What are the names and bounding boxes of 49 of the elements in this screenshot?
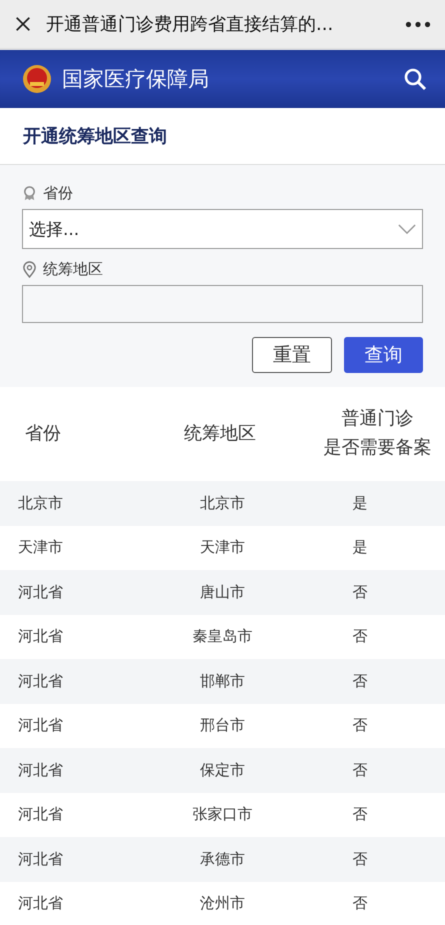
table-cell-text: 否	[352, 582, 368, 602]
table-cell-text: 否	[352, 672, 368, 691]
table-cell-text: 河北省	[17, 760, 64, 780]
table-cell-text: 沧州市	[199, 894, 246, 914]
table-cell-text: 否	[352, 627, 368, 646]
location-pin-icon	[22, 260, 37, 278]
page-title: 开通普通门诊费用跨省直接结算的...	[46, 13, 334, 36]
table-cell-text: 是	[352, 538, 368, 558]
table-cell-text: 邢台市	[199, 716, 246, 736]
emblem-icon	[22, 64, 52, 94]
table-cell-text: 保定市	[199, 760, 246, 780]
table-cell-text: 张家口市	[192, 805, 254, 824]
table-cell-text: 否	[352, 850, 368, 869]
close-icon[interactable]	[14, 15, 32, 33]
table-cell-text: 北京市	[17, 494, 64, 513]
table-cell-text: 承德市	[199, 850, 246, 869]
column-header: 普通门诊是否需要备案	[324, 407, 432, 460]
table-cell-text: 否	[352, 760, 368, 780]
reset-button[interactable]: 重置	[252, 337, 332, 373]
table-cell-text: 否	[352, 805, 368, 824]
table-cell-text: 天津市	[199, 538, 246, 558]
table-cell-text: 河北省	[17, 672, 64, 691]
table-cell-text: 北京市	[199, 494, 246, 513]
province-select[interactable]: 选择...	[22, 209, 423, 249]
chevron-icon	[398, 224, 416, 234]
more-icon[interactable]	[405, 20, 431, 28]
table-cell-text: 河北省	[17, 850, 64, 869]
table-cell-text: 邯郸市	[199, 672, 246, 691]
table-cell-text: 河北省	[17, 627, 64, 646]
query-button[interactable]: 查询	[344, 337, 423, 373]
table-cell-text: 唐山市	[199, 582, 246, 602]
site-title: 国家医疗保障局	[62, 66, 210, 93]
section-title: 开通统筹地区查询	[23, 125, 167, 148]
table-cell-text: 秦皇岛市	[192, 627, 254, 646]
search-icon[interactable]	[403, 67, 427, 91]
table-cell-text: 否	[352, 716, 368, 736]
table-cell-text: 河北省	[17, 716, 64, 736]
table-cell-text: 河北省	[17, 894, 64, 914]
table-cell-text: 河北省	[17, 582, 64, 602]
table-cell-text: 河北省	[17, 805, 64, 824]
region-input[interactable]	[22, 285, 423, 323]
field-label: 省份	[43, 184, 73, 202]
table-cell-text: 是	[352, 494, 368, 513]
table-cell-text: 天津市	[17, 538, 64, 558]
column-header: 省份	[25, 422, 61, 446]
table-cell-text: 否	[352, 894, 368, 914]
award-icon	[22, 184, 37, 202]
column-header: 统筹地区	[184, 422, 256, 446]
field-label: 统筹地区	[43, 260, 103, 278]
